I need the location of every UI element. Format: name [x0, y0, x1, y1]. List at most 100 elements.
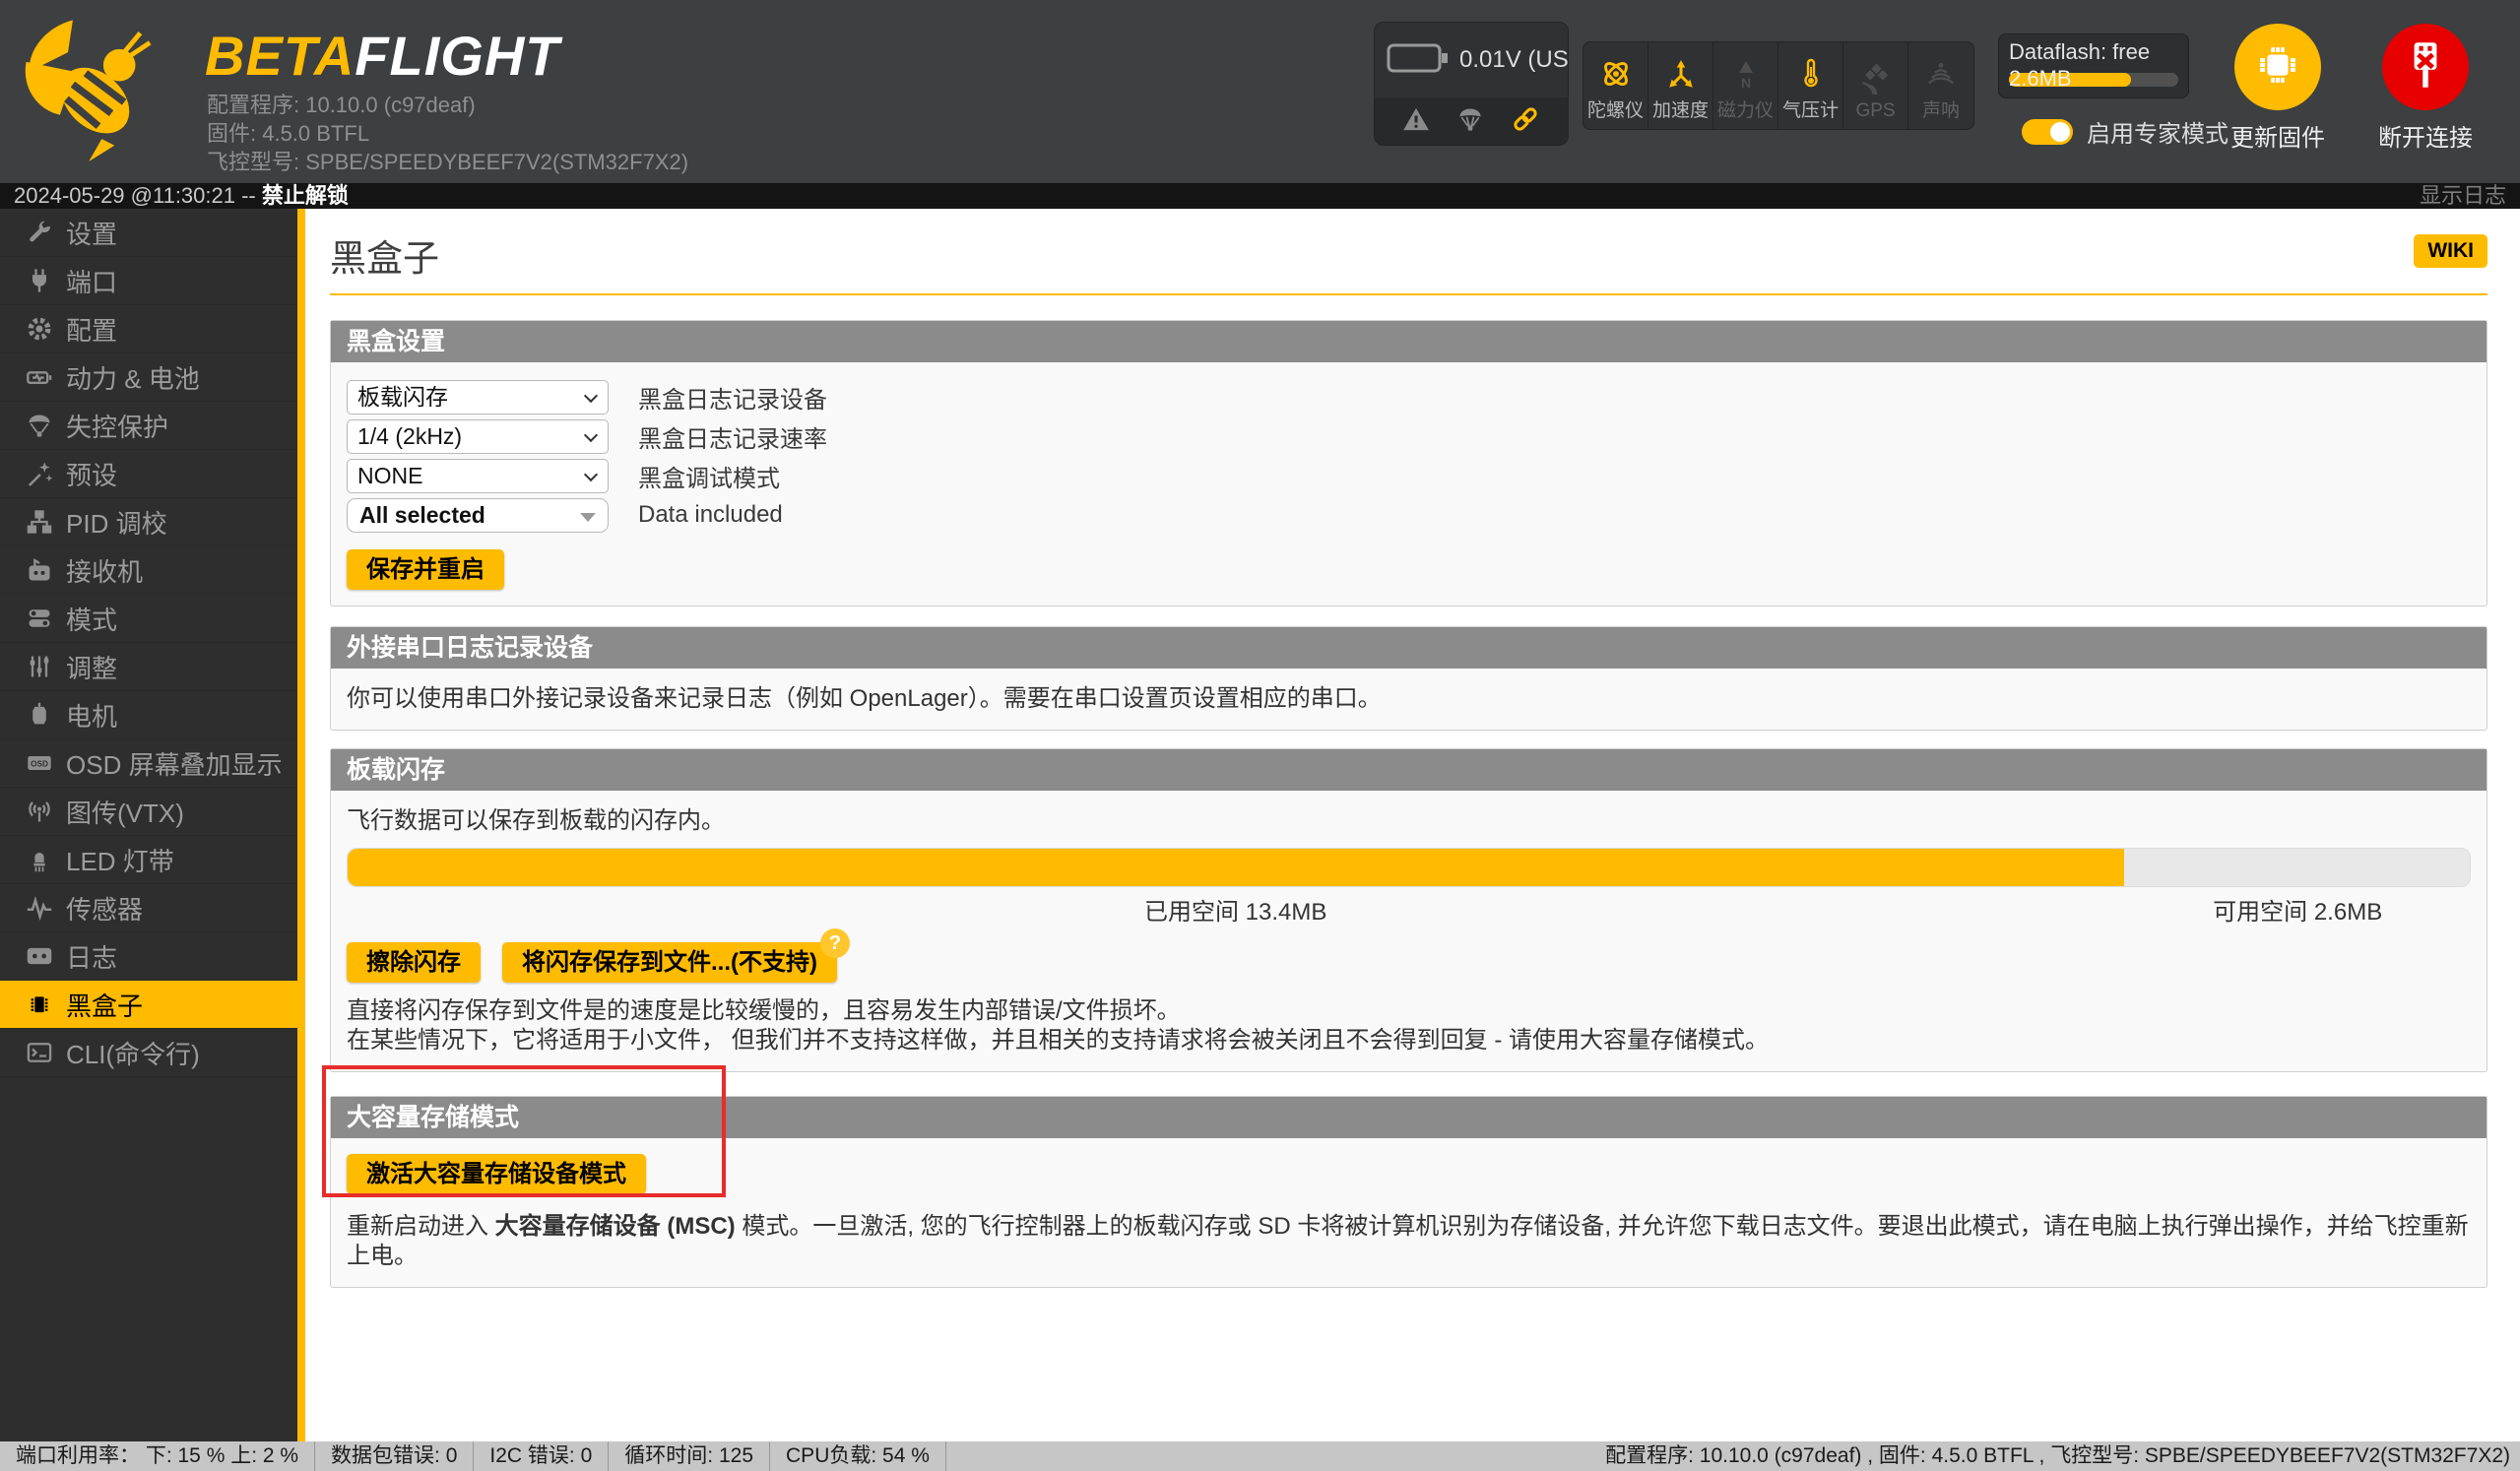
sensor-status-bar: 陀螺仪 加速度 N 磁力仪 气压计 GPS 声呐 — [1583, 41, 1974, 130]
arming-disabled-flag: 禁止解锁 — [261, 183, 349, 208]
blackbox-settings-card: 黑盒设置 板载闪存 黑盒日志记录设备 1/4 (2kHz) 黑盒日志记录速率 N… — [330, 320, 2488, 607]
erase-flash-button[interactable]: 擦除闪存 — [347, 942, 481, 983]
battery-icon — [26, 363, 53, 391]
sidebar-item-ports[interactable]: 端口 — [0, 257, 297, 305]
activate-msc-button[interactable]: 激活大容量存储设备模式 — [347, 1154, 646, 1194]
sidebar-item-configuration[interactable]: 配置 — [0, 305, 297, 353]
barometer-icon — [1795, 56, 1827, 92]
footer-version-info: 配置程序: 10.10.0 (c97deaf) , 固件: 4.5.0 BTFL… — [1605, 1444, 2510, 1467]
terminal-icon — [26, 1039, 53, 1066]
sidebar-item-osd[interactable]: OSD OSD 屏幕叠加显示 — [0, 739, 297, 788]
flash-used-fill — [348, 849, 2124, 886]
onboard-flash-header: 板载闪存 — [331, 749, 2487, 791]
motor-icon — [26, 701, 53, 729]
update-firmware-button[interactable]: 更新固件 — [2209, 24, 2347, 153]
plug-icon — [26, 267, 53, 294]
help-icon[interactable]: ? — [820, 928, 850, 958]
svg-text:N: N — [1740, 75, 1750, 91]
sidebar-item-modes[interactable]: 模式 — [0, 595, 297, 643]
battery-icon — [1387, 41, 1450, 80]
gyro-icon — [1598, 56, 1634, 92]
sidebar-item-failsafe[interactable]: 失控保护 — [0, 402, 297, 450]
log-status-bar: 2024-05-29 @11:30:21 -- 禁止解锁 显示日志 — [0, 183, 2520, 209]
betaflight-wordmark: BETAFLIGHT — [205, 25, 560, 87]
sidebar-accent-bar — [297, 209, 305, 1441]
sidebar-item-power-battery[interactable]: 动力 & 电池 — [0, 353, 297, 402]
data-included-label: Data included — [638, 501, 783, 528]
blackbox-debug-select[interactable]: NONE — [347, 458, 609, 493]
mass-storage-text: 重新启动进入 大容量存储设备 (MSC) 模式。一旦激活, 您的飞行控制器上的板… — [347, 1213, 2469, 1269]
packet-errors-status: 数据包错误: 0 — [315, 1441, 475, 1471]
sidebar-item-led-strip[interactable]: LED 灯带 — [0, 836, 297, 884]
cpu-load-status: CPU负载: 54 % — [770, 1441, 946, 1471]
blackbox-rate-label: 黑盒日志记录速率 — [638, 425, 827, 453]
blackbox-rate-select[interactable]: 1/4 (2kHz) — [347, 418, 609, 454]
onboard-flash-card: 板载闪存 飞行数据可以保存到板载的闪存内。 已用空间 13.4MB 可用空间 2… — [330, 748, 2488, 1072]
parachute-icon — [26, 412, 53, 439]
app-header: BETAFLIGHT 配置程序: 10.10.0 (c97deaf) 固件: 4… — [0, 0, 2520, 183]
onboard-flash-text: 飞行数据可以保存到板载的闪存内。 — [347, 807, 725, 834]
betaflight-configurator-window: BETAFLIGHT 配置程序: 10.10.0 (c97deaf) 固件: 4… — [0, 0, 2520, 1471]
flash-free-label: 可用空间 2.6MB — [2213, 899, 2383, 926]
save-reboot-button[interactable]: 保存并重启 — [347, 549, 504, 590]
flash-free-label-box: 可用空间 2.6MB — [2124, 892, 2471, 927]
sidebar-item-receiver[interactable]: 接收机 — [0, 546, 297, 595]
sidebar-item-cli[interactable]: CLI(命令行) — [0, 1029, 297, 1077]
sensor-gps: GPS — [1843, 42, 1908, 129]
blackbox-device-label: 黑盒日志记录设备 — [638, 386, 827, 414]
i2c-errors-status: I2C 错误: 0 — [474, 1441, 610, 1471]
save-flash-to-file-button[interactable]: 将闪存保存到文件...(不支持) — [502, 942, 837, 983]
sliders-icon — [26, 653, 53, 680]
waveform-icon — [26, 894, 53, 922]
gps-icon — [1859, 61, 1893, 96]
sensor-accelerometer: 加速度 — [1648, 42, 1713, 129]
serial-logging-text: 你可以使用串口外接记录设备来记录日志（例如 OpenLager）。需要在串口设置… — [347, 685, 1382, 712]
mass-storage-card: 大容量存储模式 激活大容量存储设备模式 重新启动进入 大容量存储设备 (MSC)… — [330, 1096, 2488, 1288]
expert-mode-label: 启用专家模式 — [2087, 121, 2229, 148]
sidebar-item-setup[interactable]: 设置 — [0, 209, 297, 257]
dataflash-free-value: 2.6MB — [2009, 66, 2072, 91]
configurator-version: 配置程序: 10.10.0 (c97deaf) — [207, 93, 476, 117]
usb-disconnect-icon — [2400, 39, 2451, 96]
magnetometer-icon: N — [1730, 56, 1762, 92]
firmware-chip-icon — [2252, 39, 2303, 96]
show-log-link[interactable]: 显示日志 — [2420, 183, 2506, 209]
flash-used-label-box: 已用空间 13.4MB — [347, 892, 2124, 927]
blackbox-debug-label: 黑盒调试模式 — [638, 465, 780, 492]
wrench-icon — [26, 219, 53, 246]
betaflight-bee-logo-icon — [14, 14, 183, 166]
log-timestamp: 2024-05-29 @11:30:21 -- 禁止解锁 — [14, 183, 349, 208]
sidebar-item-vtx[interactable]: 图传(VTX) — [0, 788, 297, 836]
disconnect-button[interactable]: 断开连接 — [2357, 24, 2494, 153]
blackbox-chip-icon — [26, 991, 53, 1018]
sidebar-item-pid-tuning[interactable]: PID 调校 — [0, 498, 297, 546]
wand-icon — [26, 460, 53, 487]
title-underline — [330, 293, 2488, 295]
flash-used-label: 已用空间 13.4MB — [1144, 899, 1327, 926]
blackbox-device-select[interactable]: 板载闪存 — [347, 379, 609, 415]
sidebar-item-adjustments[interactable]: 调整 — [0, 643, 297, 691]
sidebar-item-sensors[interactable]: 传感器 — [0, 884, 297, 932]
sidebar-nav: 设置 端口 配置 动力 & 电池 失控保护 预设 PID 调校 接收机 模式 调… — [0, 209, 297, 1441]
data-included-multiselect[interactable]: All selected — [347, 497, 609, 533]
sidebar-item-motors[interactable]: 电机 — [0, 691, 297, 739]
mass-storage-header: 大容量存储模式 — [331, 1097, 2487, 1138]
version-info: 配置程序: 10.10.0 (c97deaf) 固件: 4.5.0 BTFL 飞… — [207, 91, 688, 176]
sidebar-item-logging[interactable]: 日志 — [0, 932, 297, 981]
page-title: 黑盒子 — [330, 238, 439, 279]
expert-mode-toggle[interactable] — [2022, 118, 2073, 145]
sensor-sonar: 声呐 — [1908, 42, 1973, 129]
battery-status-panel: 0.01V (USB) — [1374, 22, 1569, 146]
sensor-gyro: 陀螺仪 — [1583, 42, 1648, 129]
sidebar-item-presets[interactable]: 预设 — [0, 450, 297, 498]
wiki-button[interactable]: WIKI — [2414, 234, 2488, 268]
led-icon — [26, 846, 53, 873]
sitemap-icon — [26, 508, 53, 536]
sensor-magnetometer: N 磁力仪 — [1713, 42, 1778, 129]
warning-icon — [1401, 105, 1431, 138]
log-tape-icon — [26, 942, 53, 970]
sonar-icon — [1924, 56, 1958, 92]
sidebar-item-blackbox[interactable]: 黑盒子 — [0, 981, 297, 1029]
blackbox-settings-header: 黑盒设置 — [331, 321, 2487, 362]
vtx-antenna-icon — [26, 798, 53, 825]
